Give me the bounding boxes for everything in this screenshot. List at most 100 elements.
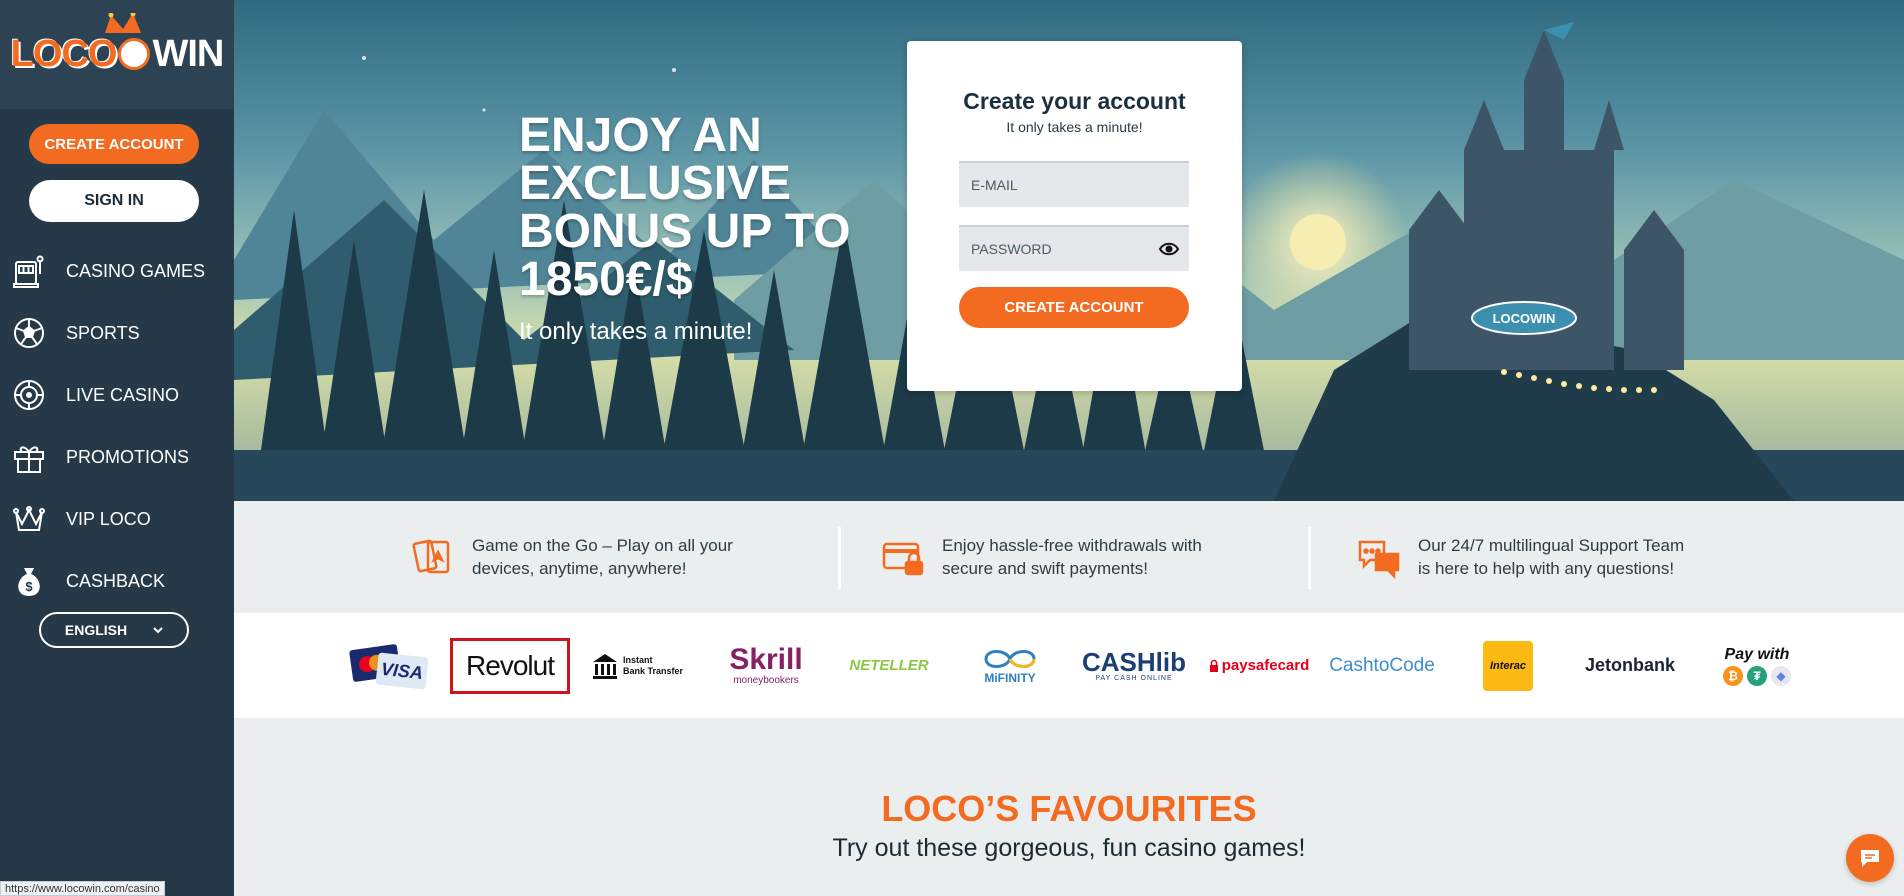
sign-in-button[interactable]: SIGN IN <box>29 180 199 222</box>
payment-jetonbank[interactable]: Jetonbank <box>1578 613 1682 718</box>
feature-text-line2: is here to help with any questions! <box>1418 559 1675 578</box>
feature-text-line1: Enjoy hassle-free withdrawals with <box>942 536 1202 555</box>
payment-visa-mastercard[interactable]: VISA <box>346 613 432 718</box>
payment-cashlib[interactable]: CASHlib PAY CASH ONLINE <box>1082 613 1186 718</box>
payment-cashtocode[interactable]: CashtoCode <box>1329 613 1435 718</box>
signup-title: Create your account <box>963 88 1186 114</box>
feature-text-line1: Game on the Go – Play on all your <box>472 536 733 555</box>
sidebar-item-live-casino[interactable]: LIVE CASINO <box>0 364 234 426</box>
chevron-down-icon <box>153 627 163 634</box>
bank-label-line1: Instant <box>622 654 653 665</box>
jetonbank-logo: Jetonbank <box>1584 655 1676 675</box>
features-bar: Game on the Go – Play on all your device… <box>234 501 1904 613</box>
hero-text: ENJOY AN EXCLUSIVE BONUS UP TO 1850€/$ I… <box>519 112 899 346</box>
lock-icon <box>1209 659 1218 672</box>
chat-icon <box>1861 850 1879 867</box>
payment-instant-bank-transfer[interactable]: Instant Bank Transfer <box>590 613 684 718</box>
interac-logo: Interac <box>1483 640 1533 691</box>
live-chat-button[interactable] <box>1846 834 1894 882</box>
money-bag-icon: $ <box>18 568 40 596</box>
sidebar-item-promotions[interactable]: PROMOTIONS <box>0 426 234 488</box>
bank-label-line2: Bank Transfer <box>622 665 684 676</box>
feature-support: Our 24/7 multilingual Support Team is he… <box>1356 501 1684 613</box>
hero-banner: LOCOWIN ENJOY AN EXCLUSIVE BONUS UP TO 1… <box>234 0 1904 501</box>
sidebar-item-label: VIP LOCO <box>66 508 151 529</box>
sidebar-item-sports[interactable]: SPORTS <box>0 302 234 364</box>
svg-text:LOCOWIN: LOCOWIN <box>1493 311 1556 326</box>
revolut-logo: Revolut <box>450 637 570 694</box>
sidebar-item-label: SPORTS <box>66 322 140 343</box>
password-field[interactable]: PASSWORD <box>959 225 1189 271</box>
locowin-logo[interactable]: LOCO WIN <box>10 13 224 76</box>
logo-area[interactable]: LOCO WIN <box>0 0 234 109</box>
payment-methods: VISA Revolut Instant Bank Transfer Skril… <box>234 613 1904 718</box>
cashlib-sublabel: PAY CASH ONLINE <box>1095 675 1173 682</box>
logo-text-win: WIN <box>152 33 224 75</box>
paywith-label: Pay with <box>1724 645 1790 663</box>
neteller-logo: NETELLER <box>849 657 929 674</box>
favourites-title: LOCO’S FAVOURITES <box>881 788 1257 829</box>
password-placeholder: PASSWORD <box>971 241 1052 257</box>
payment-interac[interactable]: Interac <box>1482 613 1534 718</box>
payment-mifinity[interactable]: MiFINITY <box>970 613 1050 718</box>
sidebar-item-label: CASINO GAMES <box>66 260 206 281</box>
language-label: ENGLISH <box>64 622 128 638</box>
visa-logo: VISA <box>375 651 429 690</box>
jester-face-icon <box>118 37 151 70</box>
paysafecard-logo: paysafecard <box>1221 657 1310 674</box>
secure-card-icon <box>882 542 924 576</box>
email-field[interactable]: E-MAIL <box>959 161 1189 207</box>
payment-crypto[interactable]: Pay with ₿ ₮ ◆ <box>1714 613 1800 718</box>
chat-bubbles-icon <box>1358 540 1400 580</box>
skrill-sublabel: moneybookers <box>733 675 799 686</box>
sidebar-item-casino-games[interactable]: CASINO GAMES <box>0 240 234 302</box>
eye-icon[interactable] <box>1159 241 1179 257</box>
jester-hat-icon <box>104 13 141 33</box>
sidebar-item-label: LIVE CASINO <box>66 384 180 405</box>
sidebar-item-cashback[interactable]: $ CASHBACK <box>0 550 234 612</box>
ethereum-icon: ◆ <box>1771 665 1791 686</box>
cashtocode-logo: CashtoCode <box>1329 654 1435 676</box>
favourites-subtitle: Try out these gorgeous, fun casino games… <box>832 834 1306 862</box>
payment-skrill[interactable]: Skrill moneybookers <box>720 613 812 718</box>
sidebar-item-vip-loco[interactable]: VIP LOCO <box>0 488 234 550</box>
tether-icon: ₮ <box>1747 665 1767 686</box>
sidebar-item-label: PROMOTIONS <box>66 446 190 467</box>
slot-machine-icon <box>13 255 44 288</box>
signup-card: Create your account It only takes a minu… <box>907 41 1242 391</box>
language-selector[interactable]: ENGLISH <box>39 612 189 648</box>
status-bar-url: https://www.locowin.com/casino <box>0 881 165 896</box>
cards-icon <box>412 539 450 574</box>
mifinity-label: MiFINITY <box>984 670 1036 685</box>
bitcoin-icon: ₿ <box>1723 665 1743 686</box>
feature-text-line2: secure and swift payments! <box>942 559 1148 578</box>
sidebar-item-label: CASHBACK <box>66 570 166 591</box>
sidebar-nav: CASINO GAMES SPORTS LIVE CASINO PROMOTIO… <box>0 240 234 612</box>
crown-icon <box>13 506 45 531</box>
sidebar: LOCO WIN CREATE ACCOUNT SIGN IN CASINO GA… <box>0 0 234 896</box>
logo-text-loco: LOCO <box>10 33 118 75</box>
feature-text-line2: devices, anytime, anywhere! <box>472 559 687 578</box>
feature-divider <box>1308 527 1311 589</box>
hero-subtitle: It only takes a minute! <box>519 318 753 345</box>
gift-icon <box>14 446 44 473</box>
skrill-logo: Skrill <box>729 643 803 676</box>
signup-submit-button[interactable]: CREATE ACCOUNT <box>959 287 1189 328</box>
create-account-button[interactable]: CREATE ACCOUNT <box>29 124 199 164</box>
payment-neteller[interactable]: NETELLER <box>844 613 934 718</box>
svg-text:$: $ <box>25 579 33 594</box>
feature-text-line1: Our 24/7 multilingual Support Team <box>1418 536 1685 555</box>
mifinity-infinity-icon <box>984 649 1036 668</box>
payment-paysafecard[interactable]: paysafecard <box>1208 613 1310 718</box>
feature-withdrawals: Enjoy hassle-free withdrawals with secur… <box>880 501 1202 613</box>
signup-subtitle: It only takes a minute! <box>1006 119 1143 135</box>
bank-icon <box>592 653 617 679</box>
cashlib-logo: CASHlib <box>1082 647 1186 677</box>
email-placeholder: E-MAIL <box>971 177 1018 193</box>
payment-revolut[interactable]: Revolut <box>450 613 570 718</box>
hero-title: ENJOY AN EXCLUSIVE BONUS UP TO 1850€/$ <box>519 109 851 306</box>
roulette-icon <box>14 380 44 410</box>
feature-mobile: Game on the Go – Play on all your device… <box>410 501 733 613</box>
feature-divider <box>838 527 841 589</box>
soccer-ball-icon <box>14 318 44 348</box>
